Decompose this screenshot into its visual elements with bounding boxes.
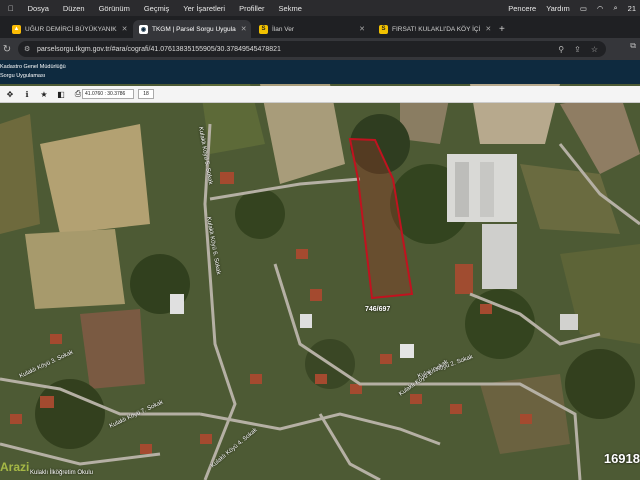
tab-label: FIRSAT! KULAKLI'DA KÖY İÇİ: [392, 25, 481, 33]
s-icon: S: [379, 24, 388, 34]
menu-tab[interactable]: Sekme: [279, 4, 302, 13]
tab-drive[interactable]: ▲ UĞUR DEMİRCİ BÜYÜKYANIK ✕: [6, 20, 131, 38]
tab-ilan-ver[interactable]: S İlan Ver ✕: [253, 20, 371, 38]
url-field[interactable]: ⚙ parselsorgu.tkgm.gov.tr/#ara/cografi/4…: [18, 41, 606, 57]
tkgm-icon: ◉: [139, 24, 148, 34]
reload-icon[interactable]: ↻: [0, 44, 14, 55]
move-icon[interactable]: ✥: [3, 87, 17, 101]
scale-text: 16918: [603, 451, 640, 466]
tab-label: UĞUR DEMİRCİ BÜYÜKYANIK: [25, 25, 117, 33]
site-info-icon[interactable]: ⚙: [24, 45, 32, 53]
menu-bookmarks[interactable]: Yer İşaretleri: [183, 4, 225, 13]
share-icon[interactable]: ⇪: [574, 45, 581, 54]
poi-label: Kulaklı İlköğretim Okulu: [30, 470, 94, 476]
extensions-icon[interactable]: ⧉: [630, 41, 636, 51]
info-icon[interactable]: ℹ: [20, 87, 34, 101]
close-icon[interactable]: ✕: [354, 25, 365, 33]
measure-icon[interactable]: ◧: [54, 87, 68, 101]
macos-menubar:  Dosya Düzen Görünüm Geçmiş Yer İşaretl…: [0, 0, 640, 16]
menu-help[interactable]: Yardım: [546, 4, 570, 13]
bookmark-star-icon[interactable]: ☆: [591, 45, 598, 54]
zoom-level-box[interactable]: 18: [138, 89, 154, 99]
close-icon[interactable]: ✕: [236, 25, 247, 33]
url-text: parselsorgu.tkgm.gov.tr/#ara/cografi/41.…: [37, 45, 281, 53]
close-icon[interactable]: ✕: [117, 25, 128, 33]
menu-file[interactable]: Dosya: [28, 4, 49, 13]
satellite-map[interactable]: 746/697 Kulaklı Köyü 5. Sokak Kulaklı Kö…: [0, 84, 640, 480]
site-header: Kadastro Genel Müdürlüğü Sorgu Uygulamas…: [0, 60, 640, 84]
tab-bar: ▲ UĞUR DEMİRCİ BÜYÜKYANIK ✕ ◉ TKGM | Par…: [0, 16, 640, 38]
menu-view[interactable]: Görünüm: [99, 4, 130, 13]
menu-profiles[interactable]: Profiller: [239, 4, 264, 13]
star-icon[interactable]: ★: [37, 87, 51, 101]
map-toolbar: ✥ ℹ ★ ◧ ⎙ 41.0760 : 30.3786 18: [0, 86, 640, 103]
parcel-number: 746/697: [365, 306, 391, 313]
location-icon[interactable]: ⚲: [558, 45, 564, 54]
close-icon[interactable]: ✕: [480, 25, 491, 33]
s-icon: S: [259, 24, 268, 34]
wifi-icon[interactable]: ◠: [597, 4, 604, 13]
watermark-logo: Arazi: [0, 460, 30, 474]
menu-history[interactable]: Geçmiş: [144, 4, 169, 13]
new-tab-button[interactable]: +: [499, 20, 505, 38]
address-bar-row: ↻ ⚙ parselsorgu.tkgm.gov.tr/#ara/cografi…: [0, 38, 640, 60]
tab-label: İlan Ver: [272, 25, 295, 33]
org-name: Kadastro Genel Müdürlüğü: [0, 64, 66, 70]
tab-label: TKGM | Parsel Sorgu Uygula: [152, 25, 236, 33]
battery-icon[interactable]: ▭: [580, 4, 587, 13]
drive-icon: ▲: [12, 24, 21, 34]
search-icon[interactable]: ⌕: [613, 3, 617, 13]
tab-firsat[interactable]: S FIRSAT! KULAKLI'DA KÖY İÇİ ✕: [373, 20, 491, 38]
app-name: Sorgu Uygulaması: [0, 73, 46, 79]
menu-window[interactable]: Pencere: [508, 4, 536, 13]
tab-tkgm[interactable]: ◉ TKGM | Parsel Sorgu Uygula ✕: [133, 20, 251, 38]
clock[interactable]: 21: [628, 4, 636, 13]
map-imagery: [0, 84, 640, 480]
apple-menu-icon[interactable]: : [8, 4, 14, 13]
coordinate-box[interactable]: 41.0760 : 30.3786: [82, 89, 134, 99]
menu-edit[interactable]: Düzen: [63, 4, 85, 13]
